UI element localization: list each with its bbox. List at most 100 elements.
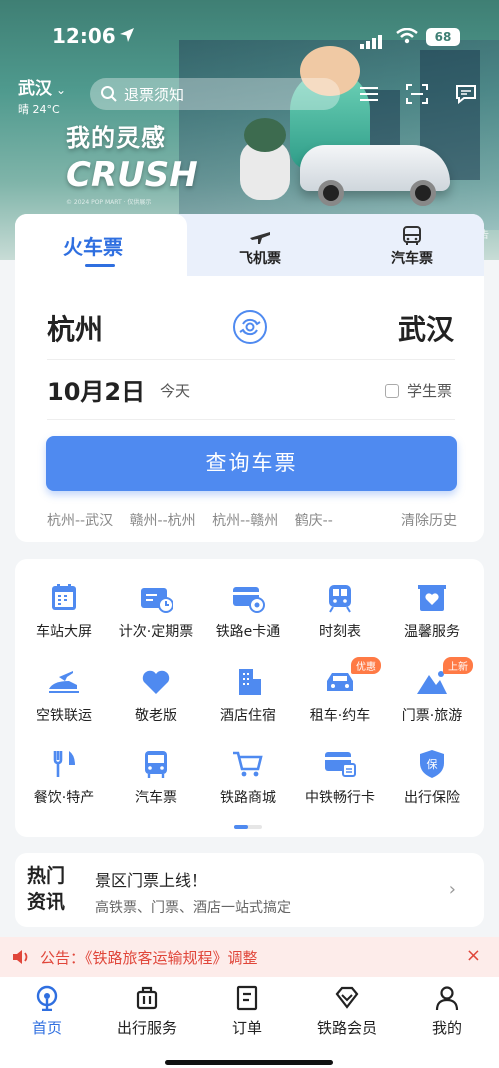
service-station-board[interactable]: 车站大屏 [17,583,111,641]
service-period-ticket[interactable]: 计次·定期票 [109,583,203,641]
service-label: 计次·定期票 [118,624,194,640]
scan-icon[interactable] [406,84,428,104]
checkbox-icon [384,383,399,398]
tab-train[interactable]: 火车票 [15,214,187,276]
history-item[interactable]: 鹤庆-- [295,513,333,529]
services-grid: 车站大屏 计次·定期票 铁路e卡通 时刻表 温馨服务 空铁联运 敬老版 酒店住宿… [15,559,484,837]
home-indicator [165,1060,333,1065]
nav-profile[interactable]: 我的 [402,985,492,1038]
rail-card-icon [325,752,356,777]
page-indicator [234,825,262,829]
battery-icon: 68 [426,28,460,46]
tab-plane-label: 飞机票 [239,251,281,267]
insurance-icon: 保 [420,750,444,778]
service-insurance[interactable]: 保 出行保险 [385,749,479,807]
student-ticket-label: 学生票 [406,382,452,400]
hot-news-card[interactable]: 热门 资讯 景区门票上线！ 高铁票、门票、酒店一站式搞定 › [15,853,484,927]
service-label: 敬老版 [135,708,177,724]
banner-fine-print: © 2024 POP MART · 仅供展示 [66,199,152,206]
service-mall[interactable]: 铁路商城 [201,749,295,807]
nav-label: 订单 [231,1019,262,1037]
service-bus-ticket[interactable]: 汽车票 [109,749,203,807]
tab-bus[interactable]: 汽车票 [372,226,452,268]
station-board-icon [52,584,76,610]
plane-icon [250,232,270,244]
banner-car-wheel [318,180,344,206]
travel-date[interactable]: 10月2日 [47,372,145,407]
tab-plane[interactable]: 飞机票 [220,226,300,268]
student-ticket-checkbox[interactable]: 学生票 [384,380,452,401]
status-bar: 12:06 68 [0,0,499,70]
query-tickets-button[interactable]: 查询车票 [46,436,457,491]
service-label: 车站大屏 [36,624,92,640]
luggage-icon [136,986,158,1010]
home-icon [36,985,58,1011]
chevron-down-icon: ⌄ [56,83,67,97]
news-subtitle: 高铁票、门票、酒店一站式搞定 [95,900,291,916]
nav-travel-services[interactable]: 出行服务 [102,985,192,1038]
service-label: 出行保险 [404,790,460,806]
diamond-icon [335,986,359,1009]
history-item[interactable]: 杭州--赣州 [212,513,278,529]
nav-label: 出行服务 [116,1019,177,1037]
service-timetable[interactable]: 时刻表 [293,583,387,641]
service-elderly[interactable]: 敬老版 [109,667,203,725]
divider [47,359,455,360]
care-service-icon [418,585,446,611]
status-time: 12:06 [52,24,116,48]
divider [47,419,455,420]
hot-news-logo-bottom: 资讯 [27,891,66,913]
order-icon [236,985,258,1011]
heart-icon [142,670,170,694]
nav-membership[interactable]: 铁路会员 [302,985,392,1038]
search-icon [101,86,117,102]
news-title: 景区门票上线！ [95,871,208,890]
clear-history-button[interactable]: 清除历史 [401,510,457,530]
route-row: 杭州 武汉 [15,304,484,354]
arrival-city[interactable]: 武汉 [398,308,454,348]
service-care[interactable]: 温馨服务 [385,583,479,641]
ticket-tabs: 火车票 飞机票 汽车票 [15,214,484,276]
search-input[interactable]: 退票须知 [90,78,340,110]
service-air-rail[interactable]: 空铁联运 [17,667,111,725]
service-car-rental[interactable]: 优惠 租车·约车 [293,657,387,725]
nav-label: 首页 [31,1019,62,1037]
tab-underline [85,264,115,267]
service-label: 门票·旅游 [401,708,463,724]
service-label: 租车·约车 [309,708,371,724]
tab-bus-label: 汽车票 [391,251,433,267]
service-tourism[interactable]: 上新 门票·旅游 [385,657,479,725]
wifi-icon [396,28,418,44]
history-item[interactable]: 杭州--武汉 [47,513,113,529]
service-label: 温馨服务 [404,624,460,640]
service-rail-card[interactable]: 中铁畅行卡 [293,749,387,807]
nav-label: 铁路会员 [316,1019,377,1037]
service-label: 时刻表 [319,624,361,640]
close-icon[interactable]: × [466,945,481,966]
history-item[interactable]: 赣州--杭州 [130,513,196,529]
banner-line1: 我的灵感 [66,124,166,152]
weather-text: 晴 24°C [18,103,60,116]
departure-city[interactable]: 杭州 [47,308,103,348]
service-label: 空铁联运 [36,708,92,724]
nav-home[interactable]: 首页 [2,985,92,1038]
timetable-icon [329,585,351,613]
service-hotel[interactable]: 酒店住宿 [201,667,295,725]
hot-news-logo-top: 热门 [27,865,66,887]
location-arrow-icon [120,28,134,42]
swap-cities-icon[interactable] [233,310,267,344]
e-card-icon [233,587,265,613]
announcement-bar[interactable]: 公告：《铁路旅客运输规程》调整 × [0,937,499,977]
svg-text:保: 保 [427,757,438,771]
city-selector[interactable]: 武汉 ⌄ 晴 24°C [18,74,66,117]
dining-icon [53,751,75,777]
announcement-text: 公告：《铁路旅客运输规程》调整 [40,949,258,967]
message-icon[interactable] [455,84,477,104]
menu-lines-icon[interactable] [358,84,380,104]
banner-line2: CRUSH [66,155,198,195]
service-dining[interactable]: 餐饮·特产 [17,749,111,807]
profile-icon [435,986,459,1011]
nav-orders[interactable]: 订单 [202,985,292,1038]
service-e-card[interactable]: 铁路e卡通 [201,583,295,641]
banner-slogan: 我的灵感 CRUSH © 2024 POP MART · 仅供展示 [66,118,198,207]
